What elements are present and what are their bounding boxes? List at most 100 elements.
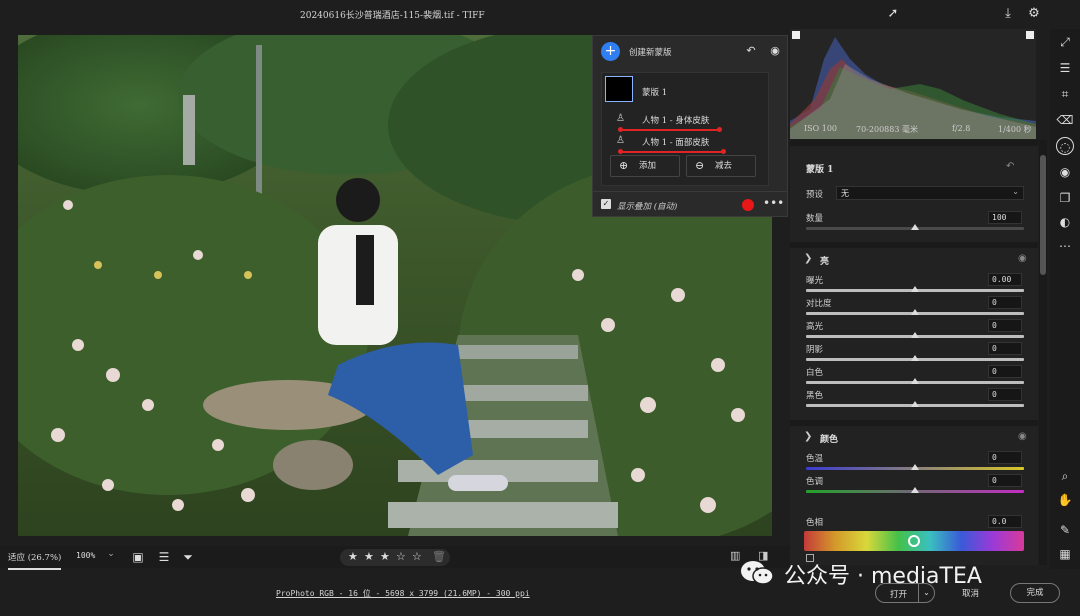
slider-knob[interactable]	[911, 487, 919, 493]
slider-knob[interactable]	[911, 464, 919, 470]
divider	[790, 140, 1038, 146]
mask-list: 蒙版 1 ♙ 人物 1 - 身体皮肤 ♙ 人物 1 - 面部皮肤 ⊕ 添加 ⊖ …	[601, 72, 769, 186]
light-slider-row: 曝光 0.00	[790, 272, 1038, 294]
slider-knob[interactable]	[911, 332, 919, 338]
sort-icon[interactable]: ☰	[156, 549, 172, 565]
slider-knob[interactable]	[911, 378, 919, 384]
star-filled-icon[interactable]: ★	[364, 550, 374, 563]
hue-value[interactable]: 0.0	[988, 515, 1022, 528]
slider-label: 阴影	[806, 345, 824, 355]
hand-icon[interactable]: ✋	[1056, 491, 1074, 509]
hue-color-bar[interactable]	[804, 531, 1024, 551]
clipping-shadow-icon[interactable]	[792, 31, 800, 39]
slider-label: 曝光	[806, 276, 824, 286]
annotation-underline	[618, 127, 722, 132]
add-button[interactable]: ⊕ 添加	[610, 155, 680, 177]
eye-icon[interactable]: ◉	[1018, 431, 1027, 442]
sliders-icon[interactable]: ☰	[1056, 59, 1074, 77]
chevron-down-icon: ❯	[804, 431, 813, 442]
masking-icon[interactable]: ◌	[1056, 137, 1074, 155]
color-slider-row: 色温 0	[790, 450, 1038, 472]
more-icon[interactable]: ⋯	[1056, 237, 1074, 255]
slider-value[interactable]: 0	[988, 451, 1022, 464]
title-bar: 20240616长沙普瑞酒店-115-裴烟.tif - TIFF ➚ ⤓ ⚙	[0, 0, 1080, 28]
eye-icon[interactable]: ◉	[1018, 253, 1027, 264]
zoom-100[interactable]: 100%	[76, 551, 95, 560]
subtract-icon: ⊖	[695, 159, 705, 172]
slider-value[interactable]: 0.00	[988, 273, 1022, 286]
filter-icon[interactable]: ⏷	[180, 549, 196, 565]
slider-value[interactable]: 0	[988, 319, 1022, 332]
light-section-title: 亮	[820, 257, 830, 267]
component-label: 人物 1 - 面部皮肤	[642, 138, 710, 148]
preset-dropdown[interactable]: 无 ⌄	[836, 186, 1024, 200]
overlay-row: ✓ 显示叠加 (自动) •••	[593, 191, 787, 217]
slider-knob[interactable]	[911, 355, 919, 361]
star-filled-icon[interactable]: ★	[380, 550, 390, 563]
slider-knob[interactable]	[911, 401, 919, 407]
color-slider-row: 色调 0	[790, 473, 1038, 495]
create-mask-plus-icon[interactable]: +	[601, 42, 620, 61]
light-section-header[interactable]: ❯ 亮 ◉	[790, 248, 1038, 272]
slider-value[interactable]: 0	[988, 388, 1022, 401]
eye-icon[interactable]: ◉	[767, 44, 783, 58]
exif-aperture: f/2.8	[952, 124, 971, 133]
cursor-icon: ➚	[887, 6, 899, 21]
reset-icon[interactable]: ↶	[1006, 161, 1014, 172]
export-icon[interactable]: ⤓	[1000, 6, 1016, 22]
crop-icon[interactable]: ⌗	[1056, 85, 1074, 103]
person-icon: ♙	[616, 113, 625, 124]
slider-value[interactable]: 0	[988, 296, 1022, 309]
red-eye-icon[interactable]: ◉	[1056, 163, 1074, 181]
wechat-logo-icon	[741, 561, 774, 585]
subtract-button[interactable]: ⊖ 减去	[686, 155, 756, 177]
amount-value[interactable]: 100	[988, 211, 1022, 224]
mask-thumbnail[interactable]	[605, 76, 633, 102]
slider-label: 色温	[806, 454, 824, 464]
amount-slider-knob[interactable]	[911, 224, 919, 230]
create-new-mask-label[interactable]: 创建新蒙版	[629, 46, 672, 58]
eyedropper-icon[interactable]: ✎	[1056, 521, 1074, 539]
slider-label: 对比度	[806, 299, 832, 309]
reset-mask-icon[interactable]: ↶	[743, 44, 759, 58]
show-overlay-label: 显示叠加 (自动)	[617, 202, 678, 212]
slider-label: 色调	[806, 477, 824, 487]
star-empty-icon[interactable]: ☆	[396, 550, 406, 563]
more-options-icon[interactable]: •••	[763, 196, 784, 210]
watermark-text: 公众号 · mediaTEA	[784, 564, 982, 589]
star-rating[interactable]: ★ ★ ★ ☆ ☆ 🗑	[340, 549, 450, 566]
file-info-link[interactable]: ProPhoto RGB - 16 位 - 5698 x 3799 (21.6M…	[276, 588, 530, 599]
star-empty-icon[interactable]: ☆	[412, 550, 422, 563]
reject-icon[interactable]: 🗑	[432, 550, 446, 563]
mask-name[interactable]: 蒙版 1	[642, 86, 667, 98]
show-overlay-checkbox[interactable]: ✓	[601, 199, 611, 209]
color-section-header[interactable]: ❯ 颜色 ◉	[790, 426, 1038, 450]
image-icon[interactable]: ▣	[130, 549, 146, 565]
preset-label: 预设	[806, 190, 824, 200]
scroll-thumb[interactable]	[1040, 155, 1046, 275]
hue-knob[interactable]	[908, 535, 920, 547]
slider-knob[interactable]	[911, 286, 919, 292]
window-title: 20240616长沙普瑞酒店-115-裴烟.tif - TIFF	[300, 11, 485, 21]
color-mix-icon[interactable]: ◐	[1056, 213, 1074, 231]
zoom-fit[interactable]: 适应 (26.7%)	[8, 551, 62, 570]
slider-value[interactable]: 0	[988, 342, 1022, 355]
slider-value[interactable]: 0	[988, 365, 1022, 378]
gear-icon[interactable]: ⚙	[1026, 6, 1042, 22]
clipping-highlight-icon[interactable]	[1026, 31, 1034, 39]
panel-scrollbar[interactable]	[1039, 140, 1047, 565]
slider-knob[interactable]	[911, 309, 919, 315]
annotation-underline	[618, 149, 726, 154]
overlay-color-swatch[interactable]	[742, 199, 754, 211]
presets-icon[interactable]: ❐	[1056, 189, 1074, 207]
hue-label: 色相	[806, 518, 824, 528]
zoom-icon[interactable]: ⌕	[1056, 467, 1074, 485]
expand-icon[interactable]: ⤢	[1056, 33, 1074, 51]
star-filled-icon[interactable]: ★	[348, 550, 358, 563]
eraser-icon[interactable]: ⌫	[1056, 111, 1074, 129]
chevron-down-icon[interactable]: ⌄	[104, 549, 118, 565]
light-slider-row: 白色 0	[790, 364, 1038, 386]
exif-iso: ISO 100	[804, 124, 838, 133]
amount-row: 数量 100	[790, 210, 1038, 232]
slider-value[interactable]: 0	[988, 474, 1022, 487]
